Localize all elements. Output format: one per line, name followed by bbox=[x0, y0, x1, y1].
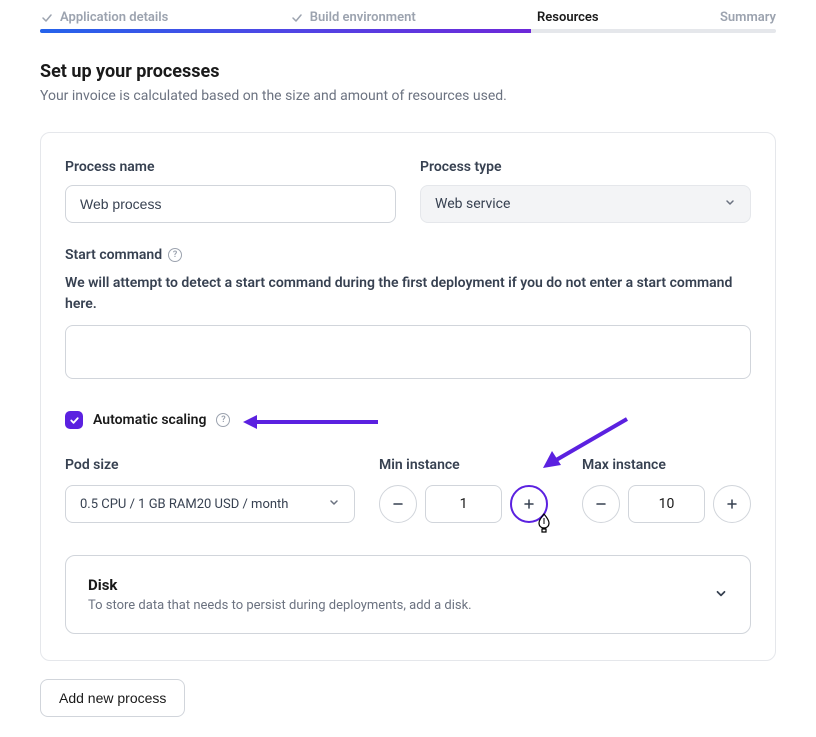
disk-expander[interactable]: Disk To store data that needs to persist… bbox=[65, 555, 751, 634]
disk-title: Disk bbox=[88, 576, 472, 594]
stepper-nav: Application details Build environment Re… bbox=[0, 0, 816, 29]
step-label: Application details bbox=[60, 10, 168, 25]
process-name-input[interactable] bbox=[65, 185, 396, 223]
start-command-label: Start command ? bbox=[65, 247, 751, 263]
chevron-down-icon bbox=[714, 585, 728, 604]
process-card: Process name Process type Web service St… bbox=[40, 132, 776, 661]
process-type-select[interactable]: Web service bbox=[420, 185, 751, 223]
min-decrement-button[interactable] bbox=[379, 485, 417, 523]
page-title: Set up your processes bbox=[40, 61, 776, 82]
max-decrement-button[interactable] bbox=[582, 485, 620, 523]
start-command-help: We will attempt to detect a start comman… bbox=[65, 273, 751, 315]
auto-scaling-label: Automatic scaling bbox=[93, 412, 206, 428]
check-icon bbox=[290, 11, 304, 25]
chevron-down-icon bbox=[328, 496, 340, 512]
arrow-annotation-icon bbox=[243, 413, 383, 431]
chevron-down-icon bbox=[724, 196, 736, 212]
check-icon bbox=[40, 11, 54, 25]
step-build-environment[interactable]: Build environment bbox=[290, 10, 416, 25]
pod-size-value: 0.5 CPU / 1 GB RAM20 USD / month bbox=[80, 497, 288, 512]
auto-scaling-checkbox[interactable] bbox=[65, 411, 83, 429]
min-increment-button[interactable] bbox=[510, 485, 548, 523]
min-instance-value[interactable]: 1 bbox=[425, 485, 502, 523]
pod-size-label: Pod size bbox=[65, 457, 355, 473]
max-instance-label: Max instance bbox=[582, 457, 751, 473]
page-subtitle: Your invoice is calculated based on the … bbox=[40, 88, 776, 104]
help-icon[interactable]: ? bbox=[168, 248, 182, 262]
step-label: Resources bbox=[537, 10, 599, 25]
process-name-label: Process name bbox=[65, 159, 396, 175]
process-type-label: Process type bbox=[420, 159, 751, 175]
step-application-details[interactable]: Application details bbox=[40, 10, 168, 25]
disk-subtitle: To store data that needs to persist duri… bbox=[88, 598, 472, 613]
step-resources[interactable]: Resources bbox=[537, 10, 599, 25]
add-process-button[interactable]: Add new process bbox=[40, 679, 185, 717]
start-command-input[interactable] bbox=[65, 325, 751, 379]
step-label: Summary bbox=[720, 10, 776, 25]
min-instance-label: Min instance bbox=[379, 457, 548, 473]
process-type-value: Web service bbox=[435, 196, 510, 212]
max-increment-button[interactable] bbox=[713, 485, 751, 523]
help-icon[interactable]: ? bbox=[216, 413, 230, 427]
step-summary[interactable]: Summary bbox=[720, 10, 776, 25]
step-label: Build environment bbox=[310, 10, 416, 25]
progress-bar bbox=[40, 29, 776, 33]
pod-size-select[interactable]: 0.5 CPU / 1 GB RAM20 USD / month bbox=[65, 485, 355, 523]
max-instance-value[interactable]: 10 bbox=[628, 485, 705, 523]
